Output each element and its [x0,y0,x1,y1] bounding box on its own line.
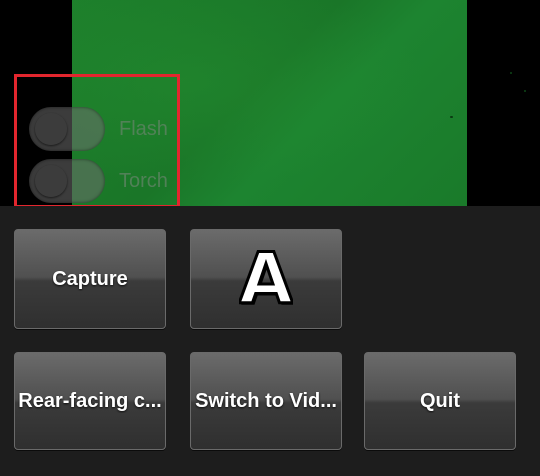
control-panel: Capture A Rear-facing c... Switch to Vid… [0,206,540,476]
flash-switch[interactable] [29,107,105,151]
feed-speck [510,72,512,74]
camera-preview: Flash Torch [0,0,540,208]
auto-mode-icon: A [238,244,294,314]
capture-button[interactable]: Capture [14,229,166,329]
flash-switch-thumb[interactable] [35,113,67,145]
flash-label: Flash [119,117,168,140]
torch-switch-thumb[interactable] [35,165,67,197]
switch-to-video-button[interactable]: Switch to Vid... [190,352,342,450]
quit-button-label: Quit [420,389,460,412]
camera-facing-label: Rear-facing c... [18,389,162,412]
flash-toggle-row[interactable]: Flash [29,107,168,151]
quit-button[interactable]: Quit [364,352,516,450]
torch-switch[interactable] [29,159,105,203]
feed-speck [450,116,453,118]
torch-toggle-row[interactable]: Torch [29,159,168,203]
light-toggles-highlight: Flash Torch [14,74,180,208]
switch-to-video-label: Switch to Vid... [195,389,337,412]
torch-label: Torch [119,169,168,192]
camera-screen: Flash Torch Capture A Rear-facing c... S… [0,0,540,476]
auto-mode-button[interactable]: A [190,229,342,329]
capture-button-label: Capture [52,267,128,290]
camera-facing-button[interactable]: Rear-facing c... [14,352,166,450]
feed-speck [524,90,526,92]
